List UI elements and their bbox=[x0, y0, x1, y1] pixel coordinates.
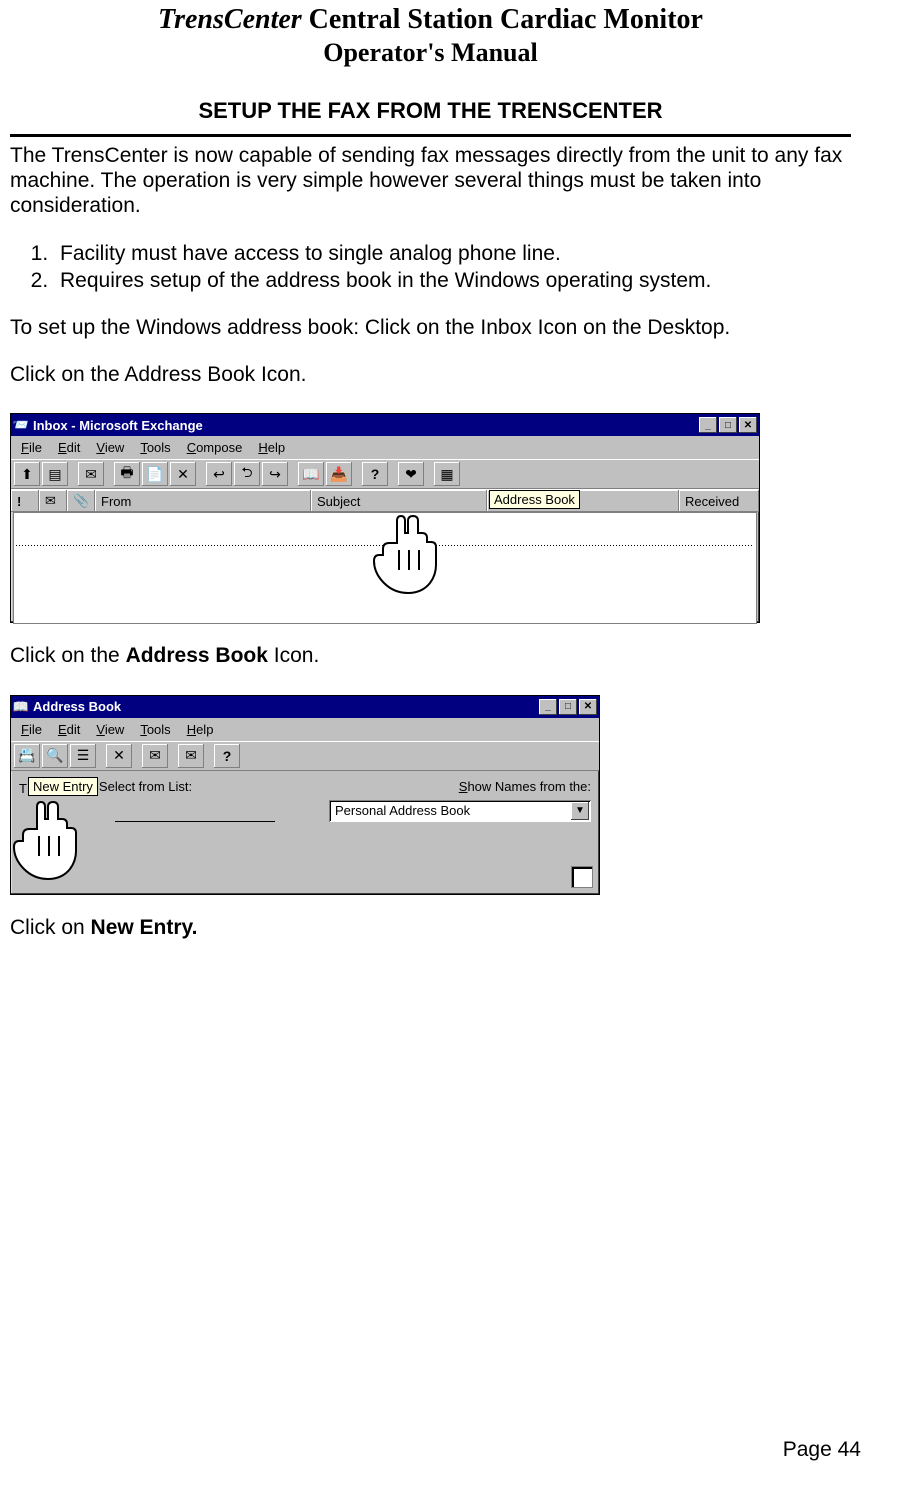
document-header: TrensCenter Central Station Cardiac Moni… bbox=[10, 4, 851, 68]
list-item: Facility must have access to single anal… bbox=[54, 241, 851, 266]
menu-file[interactable]: File bbox=[13, 720, 50, 739]
importance-column[interactable]: ! bbox=[11, 490, 39, 512]
menu-tools[interactable]: Tools bbox=[132, 438, 178, 457]
add-to-icon[interactable]: ✉ bbox=[142, 744, 168, 768]
subject-column[interactable]: Subject bbox=[311, 490, 487, 512]
instruction-2: Click on the Address Book Icon. bbox=[10, 362, 851, 387]
address-book-body: T New Entry Select from List: Show Names… bbox=[11, 771, 599, 824]
menu-tools[interactable]: Tools bbox=[132, 720, 178, 739]
app-icon: 📨 bbox=[13, 417, 29, 433]
minimize-button[interactable]: _ bbox=[699, 417, 717, 433]
print-icon[interactable]: 🖶 bbox=[114, 462, 140, 486]
titlebar: 📨 Inbox - Microsoft Exchange _ □ ✕ bbox=[11, 414, 759, 436]
list-corner-box bbox=[571, 866, 593, 888]
menubar: File Edit View Tools Compose Help bbox=[11, 436, 759, 459]
gap-column[interactable]: Address Book bbox=[487, 490, 679, 512]
maximize-button[interactable]: □ bbox=[559, 699, 577, 715]
help-icon[interactable]: ? bbox=[362, 462, 388, 486]
menu-compose[interactable]: Compose bbox=[179, 438, 251, 457]
address-book-screenshot: 📖 Address Book _ □ ✕ File Edit View Tool… bbox=[10, 695, 600, 895]
name-input-line[interactable] bbox=[115, 821, 275, 822]
address-list-dropdown[interactable]: Personal Address Book ▼ bbox=[329, 800, 591, 822]
minimize-button[interactable]: _ bbox=[539, 699, 557, 715]
menu-help[interactable]: Help bbox=[250, 438, 293, 457]
titlebar: 📖 Address Book _ □ ✕ bbox=[11, 696, 599, 718]
type-name-label: Select from List: bbox=[99, 779, 192, 794]
inbox-screenshot: 📨 Inbox - Microsoft Exchange _ □ ✕ File … bbox=[10, 413, 760, 623]
find-icon[interactable]: 🔍 bbox=[42, 744, 68, 768]
menu-file[interactable]: File bbox=[13, 438, 50, 457]
cutoff-letter: T bbox=[19, 781, 27, 796]
delete-icon[interactable]: ✕ bbox=[170, 462, 196, 486]
attachment-column[interactable]: 📎 bbox=[67, 490, 95, 512]
move-icon[interactable]: 📄 bbox=[142, 462, 168, 486]
show-names-label: Show Names from the: bbox=[459, 779, 591, 794]
body-text-2: Click on the Address Book Icon. bbox=[10, 643, 851, 668]
favorite-icon[interactable]: ❤ bbox=[398, 462, 424, 486]
maximize-button[interactable]: □ bbox=[719, 417, 737, 433]
reply-icon[interactable]: ↩ bbox=[206, 462, 232, 486]
menu-edit[interactable]: Edit bbox=[50, 438, 88, 457]
separator bbox=[10, 134, 851, 137]
pointing-hand-icon bbox=[9, 796, 79, 886]
from-column[interactable]: From bbox=[95, 490, 311, 512]
pointing-hand-icon bbox=[369, 510, 439, 600]
body-text-3: Click on New Entry. bbox=[10, 915, 851, 940]
title-rest: Central Station Cardiac Monitor bbox=[302, 4, 703, 35]
window-title: Inbox - Microsoft Exchange bbox=[33, 418, 697, 433]
body-text: The TrensCenter is now capable of sendin… bbox=[10, 143, 851, 387]
inbox-icon[interactable]: 📥 bbox=[326, 462, 352, 486]
delete-icon[interactable]: ✕ bbox=[106, 744, 132, 768]
new-entry-icon[interactable]: 📇 bbox=[14, 744, 40, 768]
received-column[interactable]: Received bbox=[679, 490, 759, 512]
menu-help[interactable]: Help bbox=[179, 720, 222, 739]
window-title: Address Book bbox=[33, 699, 537, 714]
type-column[interactable]: ✉ bbox=[39, 490, 67, 512]
toolbar: 📇 🔍 ☰ ✕ ✉ ✉ ? bbox=[11, 741, 599, 771]
new-entry-tooltip: New Entry bbox=[28, 777, 98, 796]
menu-view[interactable]: View bbox=[88, 720, 132, 739]
menu-edit[interactable]: Edit bbox=[50, 720, 88, 739]
instruction-3: Click on the Address Book Icon. bbox=[10, 643, 851, 668]
list-item: Requires setup of the address book in th… bbox=[54, 268, 851, 293]
folder-list-icon[interactable]: ▤ bbox=[42, 462, 68, 486]
considerations-list: Facility must have access to single anal… bbox=[10, 241, 851, 293]
new-message-icon[interactable]: ✉ bbox=[178, 744, 204, 768]
new-message-icon[interactable]: ✉ bbox=[78, 462, 104, 486]
address-book-tooltip: Address Book bbox=[489, 490, 580, 509]
help-icon[interactable]: ? bbox=[214, 744, 240, 768]
menu-view[interactable]: View bbox=[88, 438, 132, 457]
extra-icon[interactable]: ▦ bbox=[434, 462, 460, 486]
toolbar: ⬆ ▤ ✉ 🖶 📄 ✕ ↩ ⮌ ↪ 📖 📥 ? ❤ ▦ bbox=[11, 459, 759, 489]
app-icon: 📖 bbox=[13, 699, 29, 715]
column-headers: ! ✉ 📎 From Subject Address Book Received bbox=[11, 489, 759, 512]
properties-icon[interactable]: ☰ bbox=[70, 744, 96, 768]
reply-all-icon[interactable]: ⮌ bbox=[234, 462, 260, 486]
address-book-icon[interactable]: 📖 bbox=[298, 462, 324, 486]
instruction-1: To set up the Windows address book: Clic… bbox=[10, 315, 851, 340]
subtitle: Operator's Manual bbox=[10, 38, 851, 68]
instruction-4: Click on New Entry. bbox=[10, 915, 851, 940]
brand: TrensCenter bbox=[158, 4, 302, 35]
page-number: Page 44 bbox=[783, 1438, 861, 1462]
menubar: File Edit View Tools Help bbox=[11, 718, 599, 741]
intro-paragraph: The TrensCenter is now capable of sendin… bbox=[10, 143, 851, 219]
close-button[interactable]: ✕ bbox=[579, 699, 597, 715]
close-button[interactable]: ✕ bbox=[739, 417, 757, 433]
chevron-down-icon[interactable]: ▼ bbox=[571, 802, 589, 820]
section-title: SETUP THE FAX FROM THE TRENSCENTER bbox=[10, 98, 851, 124]
up-folder-icon[interactable]: ⬆ bbox=[14, 462, 40, 486]
forward-icon[interactable]: ↪ bbox=[262, 462, 288, 486]
dropdown-value: Personal Address Book bbox=[329, 803, 569, 818]
